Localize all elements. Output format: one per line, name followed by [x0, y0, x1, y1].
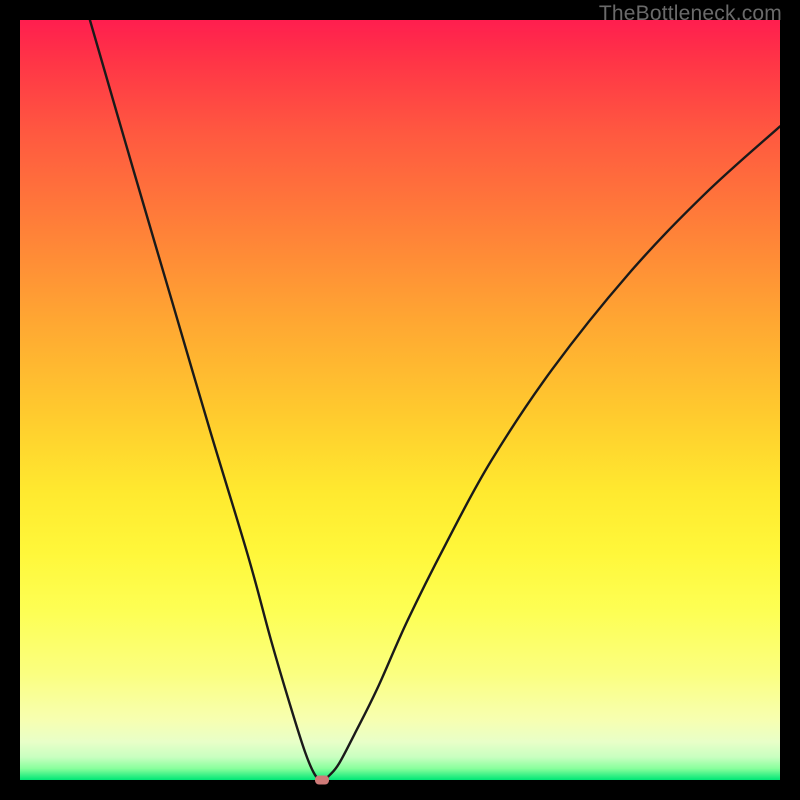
minimum-marker	[315, 776, 329, 785]
bottleneck-chart	[20, 20, 780, 780]
bottleneck-curve	[20, 20, 780, 780]
